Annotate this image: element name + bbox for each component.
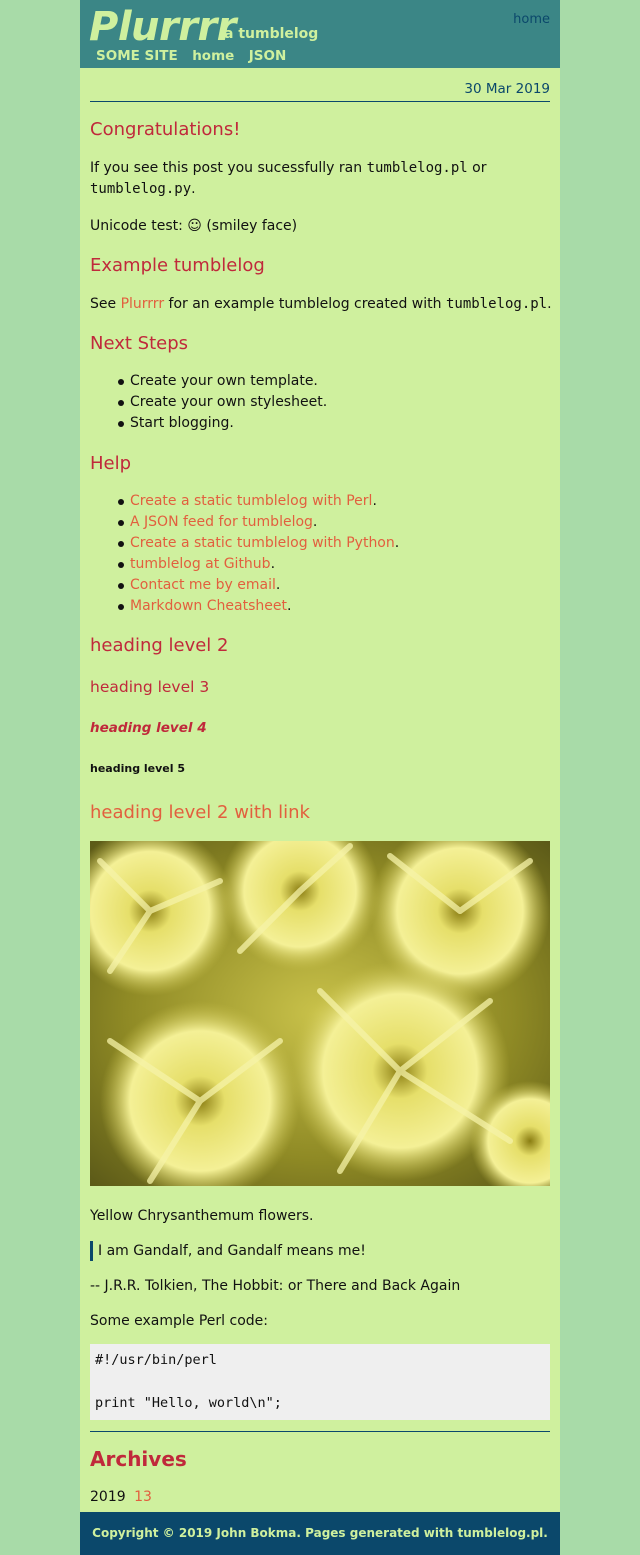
code-line-2: print "Hello, world\n";: [95, 1395, 282, 1411]
help-link-perl[interactable]: Create a static tumblelog with Perl: [130, 493, 372, 509]
heading-level-3: heading level 3: [90, 678, 210, 696]
unicode-test: Unicode test: ☺ (smiley face): [90, 218, 298, 234]
quote-attribution: -- J.R.R. Tolkien, The Hobbit: or There …: [90, 1278, 461, 1294]
post-date[interactable]: 30 Mar 2019: [464, 81, 550, 97]
quote-text: I am Gandalf, and Gandalf means me!: [98, 1243, 366, 1259]
help-link-email[interactable]: Contact me by email: [130, 577, 276, 593]
code-intro: Some example Perl code:: [90, 1313, 268, 1329]
image-caption: Yellow Chrysanthemum flowers.: [90, 1208, 314, 1224]
next-steps-list: Create your own template. Create your ow…: [90, 371, 550, 434]
intro-or: or: [472, 160, 487, 176]
list-item: tumblelog at Github.: [90, 554, 550, 575]
help-list: Create a static tumblelog with Perl. A J…: [90, 491, 550, 617]
help-link-github[interactable]: tumblelog at Github: [130, 556, 271, 572]
example-text: for an example tumblelog created with: [168, 296, 442, 312]
site-title[interactable]: Plurrrr: [89, 4, 236, 50]
example-period: .: [547, 296, 552, 312]
archive-row: 2019 13: [90, 1489, 152, 1505]
nav-some-site[interactable]: SOME SITE: [96, 48, 178, 64]
heading-help: Help: [90, 453, 132, 474]
example-see: See: [90, 296, 117, 312]
list-item: Markdown Cheatsheet.: [90, 596, 550, 617]
help-link-json[interactable]: A JSON feed for tumblelog: [130, 514, 313, 530]
list-item: A JSON feed for tumblelog.: [90, 512, 550, 533]
archive-count-link[interactable]: 13: [134, 1489, 152, 1505]
list-item: Contact me by email.: [90, 575, 550, 596]
nav-json[interactable]: JSON: [249, 48, 287, 64]
help-link-python[interactable]: Create a static tumblelog with Python: [130, 535, 395, 551]
archives-heading: Archives: [90, 1447, 187, 1471]
code-tumblelog-pl: tumblelog.pl: [366, 160, 468, 176]
code-tumblelog-py: tumblelog.py: [90, 181, 192, 197]
heading-example-tumblelog: Example tumblelog: [90, 255, 265, 276]
intro-text: If you see this post you sucessfully ran: [90, 160, 363, 176]
home-link-top[interactable]: home: [513, 12, 550, 27]
heading-level-2: heading level 2: [90, 635, 229, 656]
date-divider: [90, 101, 550, 102]
site-footer: Copyright © 2019 John Bokma. Pages gener…: [80, 1512, 560, 1555]
site-header: Plurrrr a tumblelog home SOME SITE home …: [80, 0, 560, 68]
heading-level-5: heading level 5: [90, 762, 186, 775]
site-tagline: a tumblelog: [224, 26, 319, 42]
intro-period: .: [191, 181, 196, 197]
heading-level-4: heading level 4: [90, 720, 207, 736]
heading-level-2-link[interactable]: heading level 2 with link: [90, 802, 310, 823]
example-paragraph: See Plurrrr for an example tumblelog cre…: [90, 296, 552, 312]
code-line-1: #!/usr/bin/perl: [95, 1352, 217, 1368]
chrysanthemum-image: [90, 841, 550, 1186]
code-block: #!/usr/bin/perl print "Hello, world\n";: [90, 1344, 550, 1420]
quote-bar: [90, 1241, 93, 1261]
intro-paragraph-line2: tumblelog.py.: [90, 181, 196, 197]
help-link-markdown[interactable]: Markdown Cheatsheet: [130, 598, 287, 614]
list-item: Create a static tumblelog with Perl.: [90, 491, 550, 512]
list-item: Create your own stylesheet.: [90, 392, 550, 413]
heading-next-steps: Next Steps: [90, 333, 189, 354]
blockquote: I am Gandalf, and Gandalf means me!: [90, 1240, 550, 1262]
list-item: Create your own template.: [90, 371, 550, 392]
page: Plurrrr a tumblelog home SOME SITE home …: [80, 0, 560, 1555]
list-item: Create a static tumblelog with Python.: [90, 533, 550, 554]
archives-divider: [90, 1431, 550, 1432]
intro-paragraph: If you see this post you sucessfully ran…: [90, 160, 487, 176]
plurrrr-link[interactable]: Plurrrr: [121, 296, 165, 312]
code-tumblelog-pl-2: tumblelog.pl: [445, 296, 548, 312]
post-heading-congratulations: Congratulations!: [90, 119, 241, 140]
main-nav: SOME SITE home JSON: [96, 48, 296, 64]
archive-year: 2019: [90, 1489, 126, 1505]
nav-home[interactable]: home: [192, 48, 234, 64]
list-item: Start blogging.: [90, 413, 550, 434]
